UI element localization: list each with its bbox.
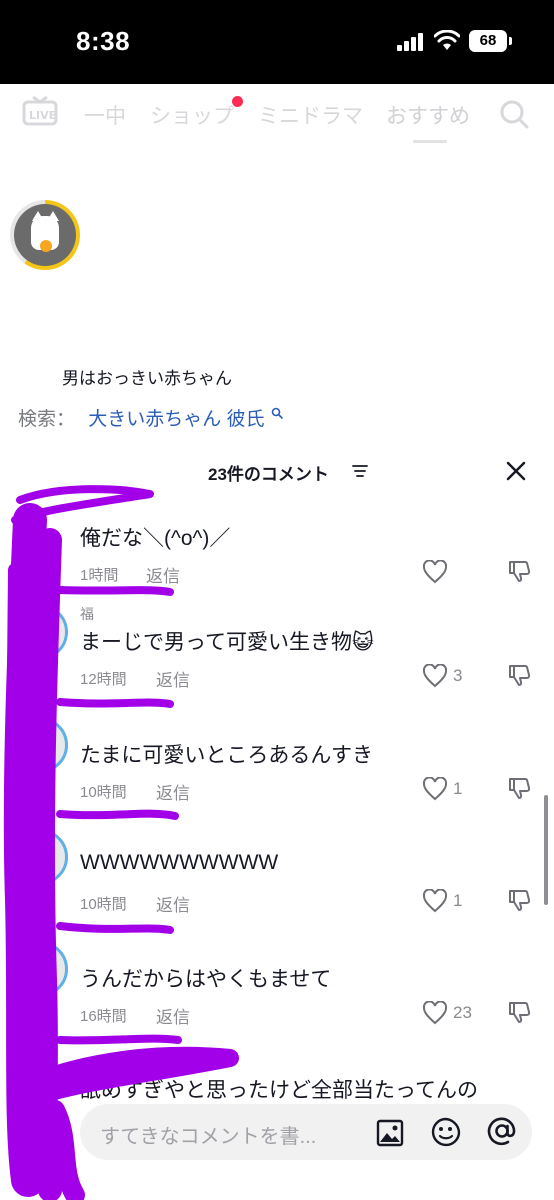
comment-time: 12時間 xyxy=(80,671,127,688)
dislike-icon[interactable] xyxy=(506,775,532,801)
close-icon[interactable] xyxy=(505,460,527,482)
search-label: 検索： xyxy=(18,409,76,430)
tab-underline xyxy=(413,140,447,143)
reply-button[interactable]: 返信 xyxy=(156,1003,190,1028)
reply-button[interactable]: 返信 xyxy=(156,891,190,916)
heart-icon[interactable] xyxy=(422,664,448,688)
comments-header: 23件のコメント xyxy=(0,452,554,492)
comment-text: WWWWWWWWWW xyxy=(80,851,279,874)
comment-text-partial: 舐めすぎやと思ったけど全部当たってんの xyxy=(80,1079,478,1102)
like-count: 1 xyxy=(453,779,463,798)
reply-button[interactable]: 返信 xyxy=(156,779,190,804)
comment-item: 福 まーじで男って可愛い生き物😺 12時間 返信 3 xyxy=(0,604,554,716)
comment-text: 俺だな＼(^o^)／ xyxy=(80,527,231,550)
tab-recommended[interactable]: おすすめ xyxy=(386,100,470,130)
coin-icon xyxy=(40,240,52,252)
comment-time: 10時間 xyxy=(80,896,127,913)
reply-button[interactable]: 返信 xyxy=(146,562,180,587)
signal-icon xyxy=(397,33,423,51)
dislike-icon[interactable] xyxy=(506,887,532,913)
comment-item: WWWWWWWWWW 10時間 返信 1 xyxy=(0,829,554,941)
svg-text:LIVE: LIVE xyxy=(29,109,56,122)
comment-time: 16時間 xyxy=(80,1008,127,1025)
comment-item: 俺だな＼(^o^)／ 1時間 返信 xyxy=(0,500,554,612)
notification-dot xyxy=(232,96,243,107)
emoji-icon[interactable] xyxy=(430,1116,462,1148)
status-time: 8:38 xyxy=(76,26,131,56)
tab-ichu[interactable]: 一中 xyxy=(84,100,126,130)
scrollbar[interactable] xyxy=(544,795,548,905)
search-suggestion[interactable]: 検索： 大きい赤ちゃん 彼氏 xyxy=(18,404,283,431)
reply-button[interactable]: 返信 xyxy=(156,666,190,691)
avatar[interactable] xyxy=(12,941,68,997)
top-nav: LIVE 一中 ショップ ミニドラマ おすすめ xyxy=(0,84,554,144)
comment-input-placeholder[interactable]: すてきなコメントを書... xyxy=(100,1120,316,1149)
avatar-image xyxy=(14,204,76,266)
filter-icon[interactable] xyxy=(352,464,368,478)
search-query-link[interactable]: 大きい赤ちゃん 彼氏 xyxy=(88,409,264,430)
comment-author[interactable]: 福 xyxy=(80,604,94,624)
comment-text: うんだからはやくもませて xyxy=(80,968,332,991)
comment-time: 10時間 xyxy=(80,784,127,801)
heart-icon[interactable] xyxy=(422,777,448,801)
heart-icon[interactable] xyxy=(422,889,448,913)
creator-avatar[interactable] xyxy=(10,200,80,270)
comment-text: たまに可愛いところあるんすき xyxy=(80,744,373,767)
battery-tip xyxy=(509,37,512,45)
search-icon[interactable] xyxy=(498,98,530,130)
battery-indicator: 68 xyxy=(469,30,507,52)
heart-icon[interactable] xyxy=(422,1001,448,1025)
comment-item: うんだからはやくもませて 16時間 返信 23 xyxy=(0,941,554,1053)
dislike-icon[interactable] xyxy=(506,999,532,1025)
comment-item: たまに可愛いところあるんすき 10時間 返信 1 xyxy=(0,717,554,829)
status-bar: 8:38 68 xyxy=(0,0,554,84)
comment-count: 23件のコメント xyxy=(208,465,329,484)
tab-mini-drama[interactable]: ミニドラマ xyxy=(258,100,363,130)
dislike-icon[interactable] xyxy=(506,558,532,584)
avatar[interactable] xyxy=(12,604,68,660)
like-count: 1 xyxy=(453,891,463,910)
like-count: 3 xyxy=(453,666,463,685)
avatar[interactable] xyxy=(12,829,68,885)
comment-text: まーじで男って可愛い生き物😺 xyxy=(80,631,374,654)
like-count: 23 xyxy=(453,1003,472,1022)
tab-shop[interactable]: ショップ xyxy=(150,100,234,130)
image-icon[interactable] xyxy=(375,1118,405,1148)
live-icon[interactable]: LIVE xyxy=(22,96,58,128)
heart-icon[interactable] xyxy=(422,560,448,584)
search-mini-icon xyxy=(271,407,283,419)
dislike-icon[interactable] xyxy=(506,662,532,688)
comment-time: 1時間 xyxy=(80,567,119,584)
avatar[interactable] xyxy=(12,717,68,773)
mention-icon[interactable] xyxy=(485,1114,519,1148)
wifi-icon xyxy=(434,30,460,50)
post-caption: 男はおっきい赤ちゃん xyxy=(62,369,232,388)
